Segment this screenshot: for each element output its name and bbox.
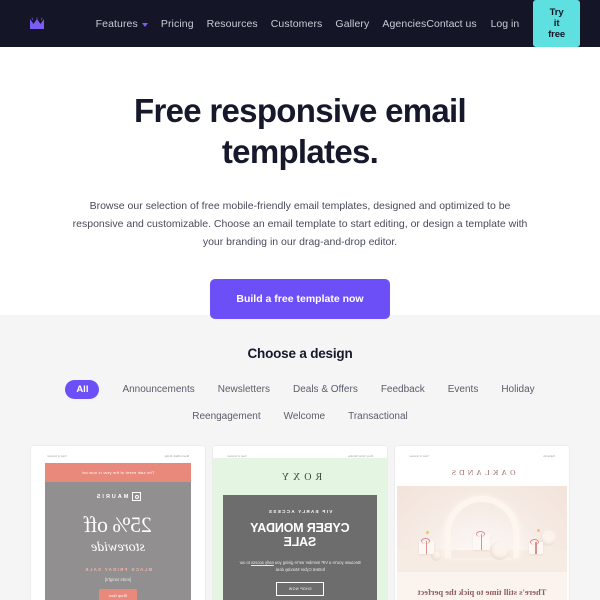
preview-brand-label: OAKLANDS <box>448 468 516 477</box>
preview-brand: MAURIS <box>53 492 183 501</box>
preheader-left: Mauris Black Friday <box>164 455 189 458</box>
log-in-link[interactable]: Log in <box>491 18 520 30</box>
nav-item-pricing[interactable]: Pricing <box>161 18 194 30</box>
nav-item-features-label: Features <box>95 17 138 30</box>
preview-preheader: Mauris Black Friday View in browser <box>45 452 191 463</box>
preview-hero-image <box>397 486 567 572</box>
filter-holiday[interactable]: Holiday <box>501 382 534 397</box>
site-header: Features Pricing Resources Customers Gal… <box>0 0 600 47</box>
gift-box-icon <box>473 534 490 550</box>
filter-deals-and-offers[interactable]: Deals & Offers <box>293 382 358 397</box>
hero-section: Free responsive email templates. Browse … <box>0 47 600 319</box>
preview-headline: 25% off <box>84 512 152 537</box>
sparkle-icon <box>537 529 540 532</box>
build-free-template-button[interactable]: Build a free template now <box>210 279 390 319</box>
page-title: Free responsive email templates. <box>134 92 467 170</box>
preheader-left: Roxy Cyber Monday <box>347 455 373 458</box>
try-it-free-button[interactable]: Try it free <box>533 0 580 47</box>
chevron-down-icon <box>141 22 148 27</box>
template-preview-oaklands: Oaklands View in browser OAKLANDS There'… <box>395 446 569 600</box>
preview-headline: CYBER MONDAY SALE <box>250 521 350 549</box>
preview-body-part1: Because you're a VIP member we're giving… <box>274 560 361 565</box>
preview-headline: There's still time to pick the perfect <box>417 587 547 597</box>
ornament-ball-icon <box>490 541 509 560</box>
envelope-crown-logo-icon[interactable] <box>28 14 46 34</box>
preheader-right: View in browser <box>47 455 67 458</box>
preview-cta-button: SHOP NOW <box>276 582 324 596</box>
nav-item-customers[interactable]: Customers <box>271 18 323 30</box>
gift-box-icon <box>529 542 543 554</box>
filter-list: All Announcements Newsletters Deals & Of… <box>65 380 535 424</box>
preview-banner: The sale event of the year is now on! <box>45 463 191 482</box>
preheader-left: Oaklands <box>543 455 555 458</box>
gift-box-icon <box>419 541 434 554</box>
filter-welcome[interactable]: Welcome <box>284 409 326 424</box>
preview-footer: There's still time to pick the perfect <box>397 572 567 600</box>
template-card-oaklands[interactable]: Oaklands View in browser OAKLANDS There'… <box>395 446 569 600</box>
preview-body: MAURIS 25% off storewide BLACK FRIDAY SA… <box>45 482 191 600</box>
contact-us-link[interactable]: Contact us <box>426 18 476 30</box>
main-navigation: Features Pricing Resources Customers Gal… <box>96 18 427 30</box>
preview-note: [ends tonight] <box>104 577 132 582</box>
preview-body: ROXY VIP EARLY ACCESS CYBER MONDAY SALE … <box>213 458 387 600</box>
template-card-roxy[interactable]: Roxy Cyber Monday View in browser ROXY V… <box>213 446 387 600</box>
section-title: Choose a design <box>247 346 353 361</box>
preheader-right: View in browser <box>227 455 247 458</box>
nav-item-agencies[interactable]: Agencies <box>382 18 426 30</box>
filter-reengagement[interactable]: Reengagement <box>192 409 260 424</box>
preview-body-text: Because you're a VIP member we're giving… <box>234 559 366 573</box>
preview-kicker: VIP EARLY ACCESS <box>267 509 333 514</box>
preview-cta-button: Shop Now <box>98 589 138 600</box>
sparkle-icon <box>426 531 429 534</box>
preview-panel: VIP EARLY ACCESS CYBER MONDAY SALE Becau… <box>223 495 377 600</box>
preview-subheadline: storewide <box>91 540 145 555</box>
filter-announcements[interactable]: Announcements <box>122 382 194 397</box>
template-grid: Mauris Black Friday View in browser The … <box>0 446 600 600</box>
filter-all[interactable]: All <box>65 380 100 399</box>
template-card-mauris[interactable]: Mauris Black Friday View in browser The … <box>31 446 205 600</box>
header-actions: Contact us Log in Try it free <box>426 0 580 47</box>
preview-brand-label: MAURIS <box>94 493 129 500</box>
preview-brand-label: ROXY <box>277 472 323 483</box>
nav-item-gallery[interactable]: Gallery <box>335 18 369 30</box>
preview-kicker: BLACK FRIDAY SALE <box>84 567 152 572</box>
filter-transactional[interactable]: Transactional <box>348 409 408 424</box>
template-preview-roxy: Roxy Cyber Monday View in browser ROXY V… <box>213 446 387 600</box>
filter-newsletters[interactable]: Newsletters <box>218 382 270 397</box>
preview-body-link: early access <box>251 560 274 565</box>
nav-item-features[interactable]: Features <box>96 18 148 30</box>
nav-item-resources[interactable]: Resources <box>207 18 258 30</box>
preheader-right: View in browser <box>409 455 429 458</box>
template-preview-mauris: Mauris Black Friday View in browser The … <box>31 446 205 600</box>
brand-mark-icon <box>132 492 142 501</box>
filter-feedback[interactable]: Feedback <box>381 382 425 397</box>
filter-events[interactable]: Events <box>448 382 479 397</box>
hero-subtitle: Browse our selection of free mobile-frie… <box>72 200 528 248</box>
designs-section: Choose a design All Announcements Newsle… <box>0 315 600 600</box>
preview-body: OAKLANDS There's still time to pick the … <box>395 458 569 600</box>
